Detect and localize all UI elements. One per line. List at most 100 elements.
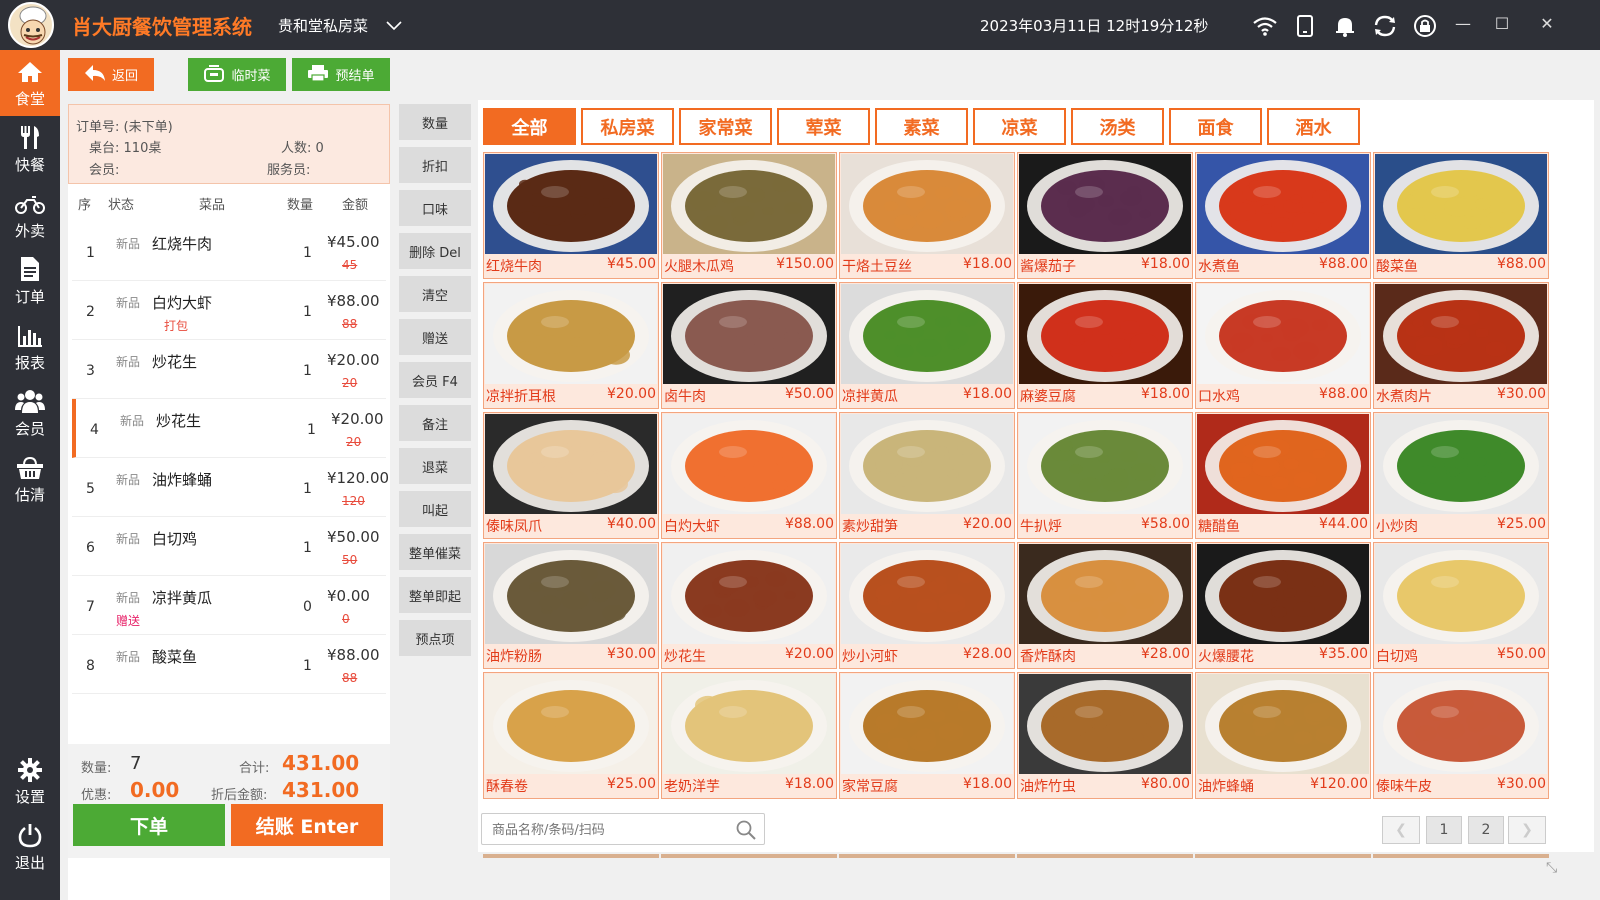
refresh-icon[interactable] <box>1372 13 1398 39</box>
category-tab-5[interactable]: 凉菜 <box>973 108 1066 145</box>
function-button-12[interactable]: 预点项 <box>399 620 471 656</box>
nav-takeout[interactable]: 外卖 <box>0 182 60 248</box>
category-tab-2[interactable]: 家常菜 <box>679 108 772 145</box>
order-row[interactable]: 7 新品 凉拌黄瓜 赠送 0 ¥0.00 0 <box>72 576 386 635</box>
order-row[interactable]: 3 新品 炒花生 1 ¥20.00 20 <box>72 340 386 399</box>
bell-icon[interactable] <box>1332 13 1358 39</box>
dish-card[interactable]: 火爆腰花 ¥35.00 <box>1195 542 1371 669</box>
title-bar: 肖大厨餐饮管理系统 贵和堂私房菜 2023年03月11日 12时19分12秒 —… <box>0 0 1600 50</box>
dish-card[interactable]: 傣味牛皮 ¥30.00 <box>1373 672 1549 799</box>
row-dish-name: 酸菜鱼 <box>152 648 198 666</box>
dish-card[interactable]: 油炸蜂蛹 ¥120.00 <box>1195 672 1371 799</box>
temp-dish-button[interactable]: 临时菜 <box>188 58 286 91</box>
dish-card[interactable]: 麻婆豆腐 ¥18.00 <box>1017 282 1193 409</box>
category-tab-4[interactable]: 素菜 <box>875 108 968 145</box>
search-input[interactable] <box>492 820 722 840</box>
dish-name: 炒小河虾 <box>842 649 898 665</box>
order-row[interactable]: 1 新品 红烧牛肉 1 ¥45.00 45 <box>72 222 386 281</box>
dish-card[interactable]: 老奶洋芋 ¥18.00 <box>661 672 837 799</box>
order-row[interactable]: 5 新品 油炸蜂蛹 1 ¥120.00 120 <box>72 458 389 517</box>
dish-name: 炒花生 <box>664 649 706 665</box>
dish-card[interactable]: 油炸竹虫 ¥80.00 <box>1017 672 1193 799</box>
function-button-7[interactable]: 备注 <box>399 405 471 441</box>
dish-card[interactable]: 牛扒烀 ¥58.00 <box>1017 412 1193 539</box>
wifi-icon[interactable] <box>1252 13 1278 39</box>
dish-name: 凉拌折耳根 <box>486 389 556 405</box>
dish-card[interactable]: 酱爆茄子 ¥18.00 <box>1017 152 1193 279</box>
function-button-11[interactable]: 整单即起 <box>399 577 471 613</box>
lock-icon[interactable] <box>1412 13 1438 39</box>
pre-bill-button[interactable]: 预结单 <box>292 58 390 91</box>
search-box[interactable] <box>481 813 765 845</box>
dish-card[interactable]: 干烙土豆丝 ¥18.00 <box>839 152 1015 279</box>
resize-handle-icon[interactable]: ⤡ <box>1546 860 1557 876</box>
dish-card[interactable]: 口水鸡 ¥88.00 <box>1195 282 1371 409</box>
place-order-button[interactable]: 下单 <box>73 804 225 846</box>
nav-canteen[interactable]: 食堂 <box>0 50 60 116</box>
dish-card[interactable]: 傣味凤爪 ¥40.00 <box>483 412 659 539</box>
search-icon[interactable] <box>736 820 756 844</box>
page-1-button[interactable]: 1 <box>1426 816 1462 844</box>
function-button-5[interactable]: 赠送 <box>399 319 471 355</box>
dish-card[interactable]: 酸菜鱼 ¥88.00 <box>1373 152 1549 279</box>
checkout-button[interactable]: 结账 Enter <box>231 804 383 846</box>
category-tab-6[interactable]: 汤类 <box>1071 108 1164 145</box>
dish-card[interactable]: 炒花生 ¥20.00 <box>661 542 837 669</box>
row-qty: 1 <box>303 540 312 556</box>
function-button-0[interactable]: 数量 <box>399 104 471 140</box>
tablet-icon[interactable] <box>1292 13 1318 39</box>
back-button[interactable]: 返回 <box>68 58 154 91</box>
page-2-button[interactable]: 2 <box>1468 816 1504 844</box>
nav-reports[interactable]: 报表 <box>0 314 60 380</box>
dish-card[interactable]: 糖醋鱼 ¥44.00 <box>1195 412 1371 539</box>
function-button-9[interactable]: 叫起 <box>399 491 471 527</box>
function-button-1[interactable]: 折扣 <box>399 147 471 183</box>
dish-card[interactable]: 香炸酥肉 ¥28.00 <box>1017 542 1193 669</box>
function-button-6[interactable]: 会员 F4 <box>399 362 471 398</box>
dish-card[interactable]: 家常豆腐 ¥18.00 <box>839 672 1015 799</box>
function-button-3[interactable]: 删除 Del <box>399 233 471 269</box>
dish-card[interactable]: 白灼大虾 ¥88.00 <box>661 412 837 539</box>
dish-card[interactable]: 炒小河虾 ¥28.00 <box>839 542 1015 669</box>
category-tab-1[interactable]: 私房菜 <box>581 108 674 145</box>
function-button-8[interactable]: 退菜 <box>399 448 471 484</box>
minimize-button[interactable]: — <box>1453 14 1473 34</box>
dish-card[interactable]: 白切鸡 ¥50.00 <box>1373 542 1549 669</box>
category-tab-0[interactable]: 全部 <box>483 108 576 145</box>
function-button-4[interactable]: 清空 <box>399 276 471 312</box>
store-selector[interactable]: 贵和堂私房菜 <box>278 15 402 36</box>
row-dish-name: 炒花生 <box>152 353 198 371</box>
dish-photo <box>1197 544 1369 644</box>
close-button[interactable]: ✕ <box>1537 14 1557 34</box>
order-row[interactable]: 4 新品 炒花生 1 ¥20.00 20 <box>72 399 386 458</box>
next-page-button[interactable]: ❯ <box>1508 816 1546 844</box>
dish-name: 老奶洋芋 <box>664 779 720 795</box>
nav-orders[interactable]: 订单 <box>0 248 60 314</box>
order-row[interactable]: 6 新品 白切鸡 1 ¥50.00 50 <box>72 517 386 576</box>
nav-exit[interactable]: 退出 <box>0 814 60 880</box>
nav-members[interactable]: 会员 <box>0 380 60 446</box>
dish-card[interactable]: 凉拌黄瓜 ¥18.00 <box>839 282 1015 409</box>
dish-card[interactable]: 水煮肉片 ¥30.00 <box>1373 282 1549 409</box>
maximize-button[interactable]: ☐ <box>1492 14 1512 34</box>
dish-card[interactable]: 油炸粉肠 ¥30.00 <box>483 542 659 669</box>
dish-card[interactable]: 素炒甜笋 ¥20.00 <box>839 412 1015 539</box>
category-tab-7[interactable]: 面食 <box>1169 108 1262 145</box>
nav-soldout[interactable]: 估清 <box>0 446 60 512</box>
nav-settings[interactable]: 设置 <box>0 748 60 814</box>
dish-card[interactable]: 酥春卷 ¥25.00 <box>483 672 659 799</box>
category-tab-8[interactable]: 酒水 <box>1267 108 1360 145</box>
function-button-2[interactable]: 口味 <box>399 190 471 226</box>
nav-fastfood[interactable]: 快餐 <box>0 116 60 182</box>
dish-card[interactable]: 红烧牛肉 ¥45.00 <box>483 152 659 279</box>
order-row[interactable]: 2 新品 白灼大虾 打包 1 ¥88.00 88 <box>72 281 386 340</box>
dish-card[interactable]: 凉拌折耳根 ¥20.00 <box>483 282 659 409</box>
dish-card[interactable]: 火腿木瓜鸡 ¥150.00 <box>661 152 837 279</box>
dish-card[interactable]: 水煮鱼 ¥88.00 <box>1195 152 1371 279</box>
order-row[interactable]: 8 新品 酸菜鱼 1 ¥88.00 88 <box>72 635 386 694</box>
prev-page-button[interactable]: ❮ <box>1382 816 1420 844</box>
dish-card[interactable]: 卤牛肉 ¥50.00 <box>661 282 837 409</box>
dish-card[interactable]: 小炒肉 ¥25.00 <box>1373 412 1549 539</box>
category-tab-3[interactable]: 荤菜 <box>777 108 870 145</box>
function-button-10[interactable]: 整单催菜 <box>399 534 471 570</box>
